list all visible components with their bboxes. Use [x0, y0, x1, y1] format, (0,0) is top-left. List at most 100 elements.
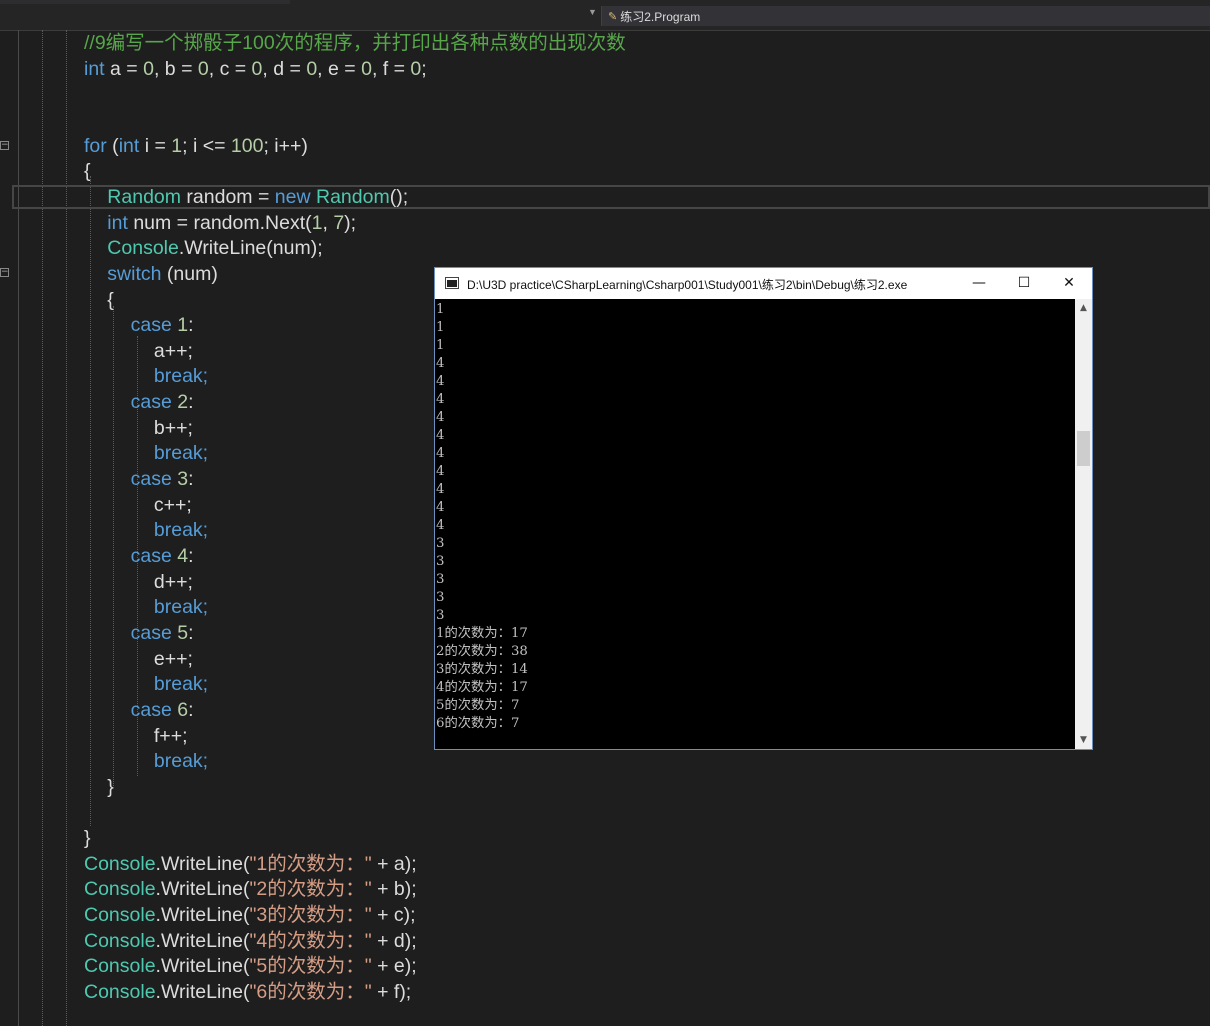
member-dropdown-label: 练习2.Program: [620, 9, 701, 24]
close-brace[interactable]: }: [107, 774, 114, 800]
case-label[interactable]: case 4:: [131, 543, 194, 569]
console-output-line: 3: [436, 572, 445, 587]
break-statement[interactable]: break;: [154, 671, 208, 697]
scroll-up-icon[interactable]: ▲: [1075, 301, 1092, 315]
code-token: case: [130, 391, 172, 413]
member-dropdown[interactable]: ✎ 练习2.Program: [601, 6, 1210, 26]
break-statement[interactable]: break;: [154, 363, 208, 389]
case-label[interactable]: case 5:: [131, 620, 194, 646]
code-token: + a);: [371, 853, 417, 875]
code-token: :: [188, 314, 194, 336]
console-output-line: 4: [436, 374, 445, 389]
console-output-line: 1的次数为：17: [436, 626, 528, 641]
writeline-statement[interactable]: Console.WriteLine("2的次数为：" + b);: [84, 876, 417, 902]
code-token: Random: [315, 186, 390, 208]
comment-line[interactable]: //9编写一个掷骰子100次的程序，并打印出各种点数的出现次数: [84, 30, 626, 56]
scroll-thumb[interactable]: [1077, 431, 1090, 466]
console-titlebar[interactable]: D:\U3D practice\CSharpLearning\Csharp001…: [435, 268, 1092, 299]
code-token: 0: [410, 58, 422, 80]
code-token: "4的次数为：": [249, 930, 372, 952]
code-line[interactable]: Random random = new Random();: [107, 184, 408, 210]
code-line[interactable]: int num = random.Next(1, 7);: [107, 210, 356, 236]
writeline-statement[interactable]: Console.WriteLine("3的次数为：" + c);: [84, 902, 416, 928]
code-token: .WriteLine(: [155, 904, 250, 926]
close-button[interactable]: ✕: [1046, 268, 1092, 299]
case-label[interactable]: case 3:: [131, 466, 194, 492]
code-token: "2的次数为：": [249, 878, 372, 900]
code-token: .WriteLine(: [155, 853, 250, 875]
console-output-area[interactable]: 1 1 1 4 4 4 4 4 4 4 4 4 4 3 3 3 3 3 1的次数为：17 2的次数为：38 3的次数为：…: [435, 299, 1075, 749]
console-window[interactable]: D:\U3D practice\CSharpLearning\Csharp001…: [434, 267, 1093, 750]
console-output-line: 4: [436, 482, 445, 497]
console-output-line: 2的次数为：38: [436, 644, 528, 659]
console-scrollbar[interactable]: ▲ ▼: [1075, 299, 1092, 749]
code-token: 1: [311, 212, 323, 234]
break-statement[interactable]: break;: [154, 517, 208, 543]
maximize-button[interactable]: ☐: [1001, 268, 1047, 299]
code-token: "1的次数为：": [249, 853, 372, 875]
console-output-line: 3: [436, 608, 445, 623]
writeline-statement[interactable]: Console.WriteLine("6的次数为：" + f);: [84, 979, 411, 1005]
code-line[interactable]: e++;: [154, 646, 193, 672]
code-token: Console: [84, 878, 156, 900]
code-token: , e =: [317, 58, 362, 80]
code-token: Random: [107, 186, 182, 208]
case-label[interactable]: case 1:: [131, 312, 194, 338]
writeline-statement[interactable]: Console.WriteLine("4的次数为：" + d);: [84, 928, 417, 954]
break-statement[interactable]: break;: [154, 440, 208, 466]
code-token: "3的次数为：": [249, 904, 372, 926]
code-token: (: [106, 135, 119, 157]
console-output-line: 5的次数为：7: [436, 698, 520, 713]
code-token: + f);: [371, 981, 412, 1003]
code-token: :: [188, 468, 194, 490]
code-line[interactable]: int a = 0, b = 0, c = 0, d = 0, e = 0, f…: [84, 56, 427, 82]
code-token: 6: [177, 699, 189, 721]
case-label[interactable]: case 2:: [131, 389, 194, 415]
code-token: Console: [84, 981, 156, 1003]
code-token: Console: [84, 904, 156, 926]
fold-collapse-icon[interactable]: −: [0, 141, 9, 150]
break-statement[interactable]: break;: [154, 594, 208, 620]
code-line[interactable]: a++;: [154, 338, 193, 364]
code-token: :: [188, 699, 194, 721]
code-token: random =: [181, 186, 275, 208]
open-brace[interactable]: {: [107, 287, 114, 313]
code-token: case: [130, 468, 172, 490]
code-token: 100: [230, 135, 264, 157]
code-line[interactable]: d++;: [154, 569, 193, 595]
code-line[interactable]: b++;: [154, 415, 193, 441]
for-statement[interactable]: for (int i = 1; i <= 100; i++): [84, 133, 308, 159]
case-label[interactable]: case 6:: [131, 697, 194, 723]
class-member-icon: ✎: [608, 10, 618, 23]
editor-navigation-bar: ▼ ✎ 练习2.Program: [0, 0, 1210, 31]
minimize-button[interactable]: —: [956, 268, 1002, 299]
writeline-statement[interactable]: Console.WriteLine("5的次数为：" + e);: [84, 953, 417, 979]
chevron-down-icon[interactable]: ▼: [588, 7, 597, 17]
code-line[interactable]: Console.WriteLine(num);: [107, 235, 322, 261]
code-line[interactable]: f++;: [154, 723, 188, 749]
scroll-down-icon[interactable]: ▼: [1075, 733, 1092, 747]
indent-guide: [42, 30, 43, 1026]
writeline-statement[interactable]: Console.WriteLine("1的次数为：" + a);: [84, 851, 417, 877]
code-token: Console: [107, 237, 179, 259]
code-token: 0: [306, 58, 318, 80]
code-token: 0: [361, 58, 372, 80]
code-token: case: [130, 699, 172, 721]
code-token: a =: [104, 58, 144, 80]
code-token: );: [344, 212, 357, 234]
code-token: .WriteLine(: [155, 930, 250, 952]
close-brace[interactable]: }: [84, 825, 91, 851]
switch-statement[interactable]: switch (num): [107, 261, 218, 287]
code-line[interactable]: c++;: [154, 492, 192, 518]
code-token: + b);: [371, 878, 417, 900]
open-brace[interactable]: {: [84, 158, 91, 184]
console-output-line: 4: [436, 392, 445, 407]
code-token: int: [107, 212, 128, 234]
code-token: "5的次数为：": [249, 955, 372, 977]
fold-collapse-icon[interactable]: −: [0, 268, 9, 277]
console-output-line: 4: [436, 410, 445, 425]
console-output-line: 6的次数为：7: [436, 716, 520, 731]
code-token: switch: [107, 263, 162, 285]
break-statement[interactable]: break;: [154, 748, 208, 774]
code-token: ; i++): [263, 135, 308, 157]
